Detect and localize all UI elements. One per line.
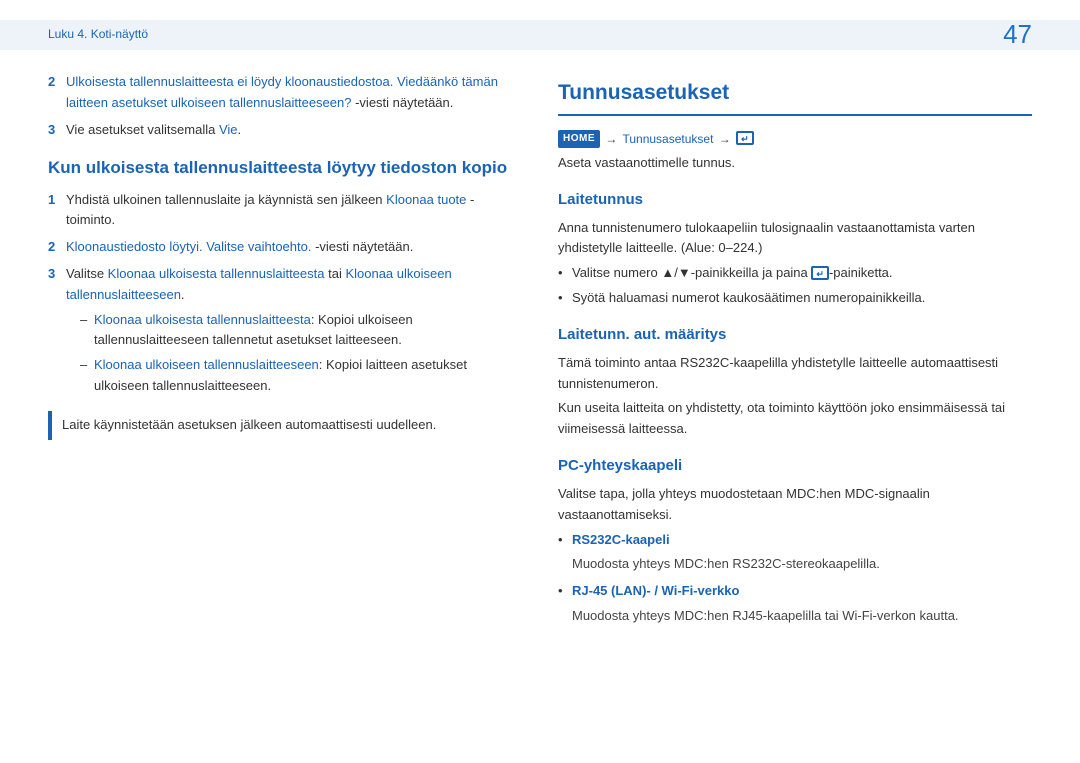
emphasis-text: Kloonaa ulkoisesta tallennuslaitteesta: [94, 312, 311, 327]
body-text: -painiketta.: [829, 265, 893, 280]
note-box: Laite käynnistetään asetuksen jälkeen au…: [48, 411, 522, 440]
list-item: 3 Valitse Kloonaa ulkoisesta tallennusla…: [48, 264, 522, 397]
body-text: -viesti näytetään.: [351, 95, 453, 110]
emphasis-text: Kloonaa tuote: [386, 192, 466, 207]
body-text: Yhdistä ulkoinen tallennuslaite ja käynn…: [66, 192, 386, 207]
list-item: 2 Ulkoisesta tallennuslaitteesta ei löyd…: [48, 72, 522, 114]
enter-icon: [736, 131, 754, 145]
body-text: Valitse: [66, 266, 108, 281]
left-list-continued: 2 Ulkoisesta tallennuslaitteesta ei löyd…: [48, 72, 522, 140]
page-root: Luku 4. Koti-näyttö 47 2 Ulkoisesta tall…: [0, 0, 1080, 763]
body-text: .: [181, 287, 185, 302]
sub-description: Muodosta yhteys MDC:hen RJ45-kaapelilla …: [572, 606, 1032, 627]
page-number: 47: [1003, 14, 1032, 56]
arrow-icon: →: [605, 132, 617, 146]
section-heading: Laitetunnus: [558, 188, 1032, 212]
body-text: Kun useita laitteita on yhdistetty, ota …: [558, 398, 1032, 440]
body-text: Vie asetukset valitsemalla: [66, 122, 219, 137]
chapter-label: Luku 4. Koti-näyttö: [48, 25, 148, 44]
body-text: Valitse numero ▲/▼-painikkeilla ja paina: [572, 265, 811, 280]
nav-label: Tunnusasetukset: [622, 132, 713, 146]
sub-description: Muodosta yhteys MDC:hen RS232C-stereokaa…: [572, 554, 1032, 575]
note-text: Laite käynnistetään asetuksen jälkeen au…: [62, 417, 436, 432]
body-text: Tämä toiminto antaa RS232C-kaapelilla yh…: [558, 353, 1032, 395]
emphasis-text: RJ-45 (LAN)- / Wi-Fi-verkko: [572, 583, 739, 598]
list-number: 3: [48, 120, 55, 141]
emphasis-text: Kloonaustiedosto löytyi. Valitse vaihtoe…: [66, 239, 311, 254]
bullet-list: Valitse numero ▲/▼-painikkeilla ja paina…: [558, 263, 1032, 309]
body-text: .: [238, 122, 242, 137]
left-list-main: 1 Yhdistä ulkoinen tallennuslaite ja käy…: [48, 190, 522, 397]
enter-icon: [811, 266, 829, 280]
right-column: Tunnusasetukset HOME → Tunnusasetukset →…: [558, 72, 1032, 633]
bullet-list: RS232C-kaapeli: [558, 530, 1032, 551]
emphasis-text: Vie: [219, 122, 238, 137]
list-item: 3 Vie asetukset valitsemalla Vie.: [48, 120, 522, 141]
emphasis-text: RS232C-kaapeli: [572, 532, 670, 547]
topbar: Luku 4. Koti-näyttö 47: [0, 20, 1080, 50]
body-text: Anna tunnistenumero tulokaapeliin tulosi…: [558, 218, 1032, 260]
list-number: 2: [48, 72, 55, 93]
emphasis-text: Kloonaa ulkoiseen tallennuslaitteeseen: [94, 357, 319, 372]
list-item: Syötä haluamasi numerot kaukosäätimen nu…: [558, 288, 1032, 309]
body-text: -viesti näytetään.: [311, 239, 413, 254]
list-number: 2: [48, 237, 55, 258]
body-text: Syötä haluamasi numerot kaukosäätimen nu…: [572, 290, 925, 305]
list-number: 1: [48, 190, 55, 211]
bullet-list: RJ-45 (LAN)- / Wi-Fi-verkko: [558, 581, 1032, 602]
left-column: 2 Ulkoisesta tallennuslaitteesta ei löyd…: [48, 72, 522, 633]
list-item: RS232C-kaapeli: [558, 530, 1032, 551]
body-text: Valitse tapa, jolla yhteys muodostetaan …: [558, 484, 1032, 526]
section-heading: Laitetunn. aut. määritys: [558, 323, 1032, 347]
list-item: 1 Yhdistä ulkoinen tallennuslaite ja käy…: [48, 190, 522, 232]
intro-text: Aseta vastaanottimelle tunnus.: [558, 153, 1032, 174]
section-heading: PC-yhteyskaapeli: [558, 454, 1032, 478]
arrow-icon: →: [719, 132, 731, 146]
emphasis-text: Kloonaa ulkoisesta tallennuslaitteesta: [108, 266, 325, 281]
list-item: RJ-45 (LAN)- / Wi-Fi-verkko: [558, 581, 1032, 602]
home-icon: HOME: [558, 130, 600, 148]
nav-path: HOME → Tunnusasetukset →: [558, 130, 1032, 149]
list-item: 2 Kloonaustiedosto löytyi. Valitse vaiht…: [48, 237, 522, 258]
left-subheading: Kun ulkoisesta tallennuslaitteesta löyty…: [48, 154, 522, 181]
right-heading: Tunnusasetukset: [558, 76, 1032, 116]
body-text: tai: [324, 266, 345, 281]
content-columns: 2 Ulkoisesta tallennuslaitteesta ei löyd…: [48, 72, 1032, 633]
list-item: Valitse numero ▲/▼-painikkeilla ja paina…: [558, 263, 1032, 284]
sublist: Kloonaa ulkoisesta tallennuslaitteesta: …: [66, 310, 522, 397]
list-item: Kloonaa ulkoisesta tallennuslaitteesta: …: [80, 310, 522, 352]
list-number: 3: [48, 264, 55, 285]
list-item: Kloonaa ulkoiseen tallennuslaitteeseen: …: [80, 355, 522, 397]
